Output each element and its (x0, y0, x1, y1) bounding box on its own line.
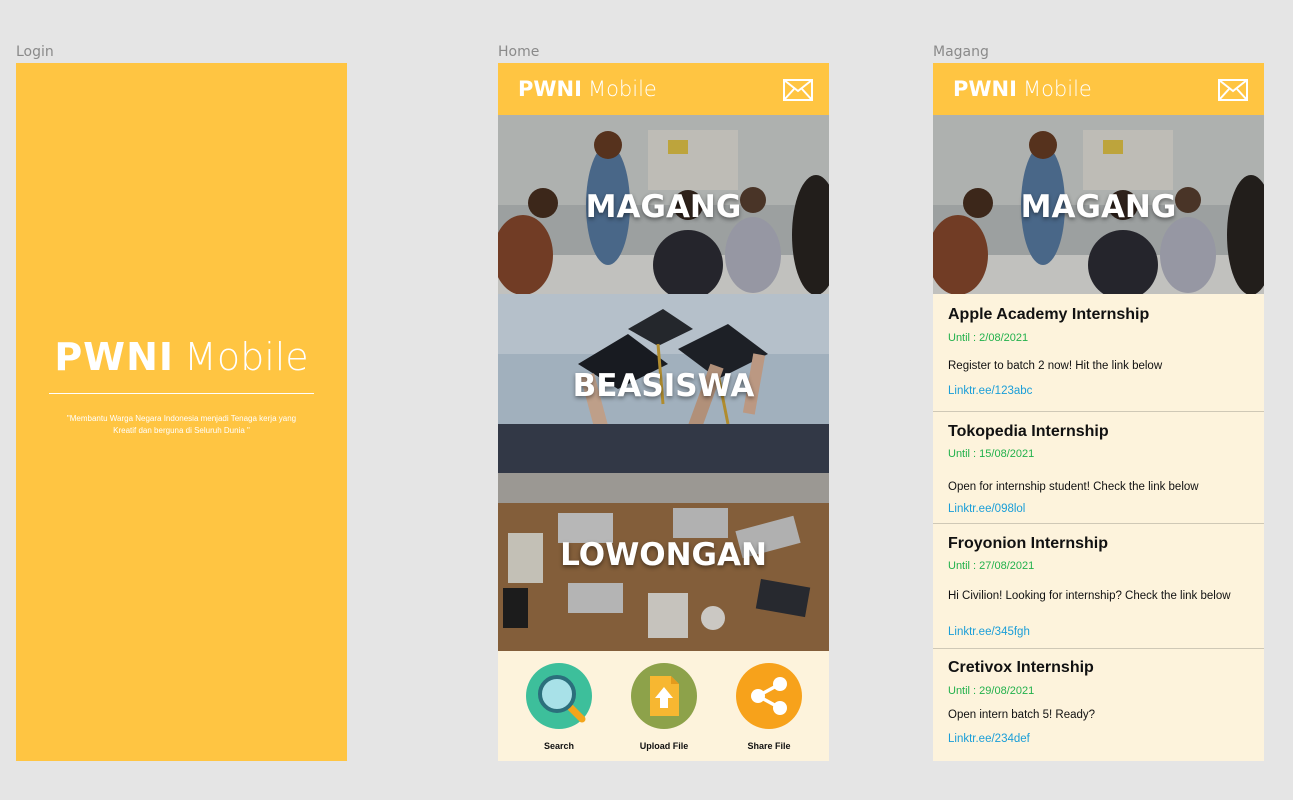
card-link[interactable]: Linktr.ee/345fgh (948, 626, 1030, 638)
upload-file-icon (631, 663, 697, 729)
magang-screen: PWNI Mobile MAGANG Apple Academy Interns… (933, 63, 1264, 761)
frame-label-home: Home (498, 44, 540, 60)
magang-hero-title: MAGANG (1020, 189, 1177, 225)
brand-bold: PWNI (518, 77, 582, 101)
card-until: Until : 2/08/2021 (948, 332, 1029, 344)
category-magang[interactable]: MAGANG (498, 115, 829, 294)
category-beasiswa[interactable]: BEASISWA (498, 294, 829, 473)
card-link[interactable]: Linktr.ee/234def (948, 733, 1030, 745)
internship-card[interactable]: Apple Academy Internship Until : 2/08/20… (933, 294, 1264, 412)
login-tagline: "Membantu Warga Negara Indonesia menjadi… (66, 414, 297, 435)
card-title: Apple Academy Internship (948, 306, 1150, 323)
mail-icon[interactable] (783, 79, 813, 101)
frame-label-magang: Magang (933, 44, 989, 60)
card-desc: Hi Civilion! Looking for internship? Che… (948, 590, 1231, 602)
brand-bold: PWNI (953, 77, 1017, 101)
app-logo: PWNI Mobile (953, 77, 1092, 101)
action-label: Share File (747, 741, 791, 751)
home-screen: PWNI Mobile MAGANG BEASISWA LOWONGAN Sea… (498, 63, 829, 761)
card-title: Tokopedia Internship (948, 423, 1109, 440)
login-screen: PWNI Mobile "Membantu Warga Negara Indone… (16, 63, 347, 761)
magang-hero: MAGANG (933, 115, 1264, 294)
internship-card[interactable]: Froyonion Internship Until : 27/08/2021 … (933, 524, 1264, 649)
internship-card[interactable]: Tokopedia Internship Until : 15/08/2021 … (933, 412, 1264, 524)
card-desc: Open intern batch 5! Ready? (948, 709, 1096, 721)
app-header: PWNI Mobile (933, 63, 1264, 115)
card-link[interactable]: Linktr.ee/123abc (948, 385, 1032, 397)
action-bar: Search Upload File Share File (498, 651, 829, 761)
category-label: LOWONGAN (560, 537, 767, 573)
login-logo: PWNI Mobile (16, 335, 347, 379)
app-header: PWNI Mobile (498, 63, 829, 115)
category-lowongan[interactable]: LOWONGAN (498, 473, 829, 651)
app-logo: PWNI Mobile (518, 77, 657, 101)
action-label: Search (543, 741, 575, 751)
upload-file-button[interactable]: Upload File (624, 663, 704, 751)
login-divider (49, 393, 314, 394)
card-until: Until : 29/08/2021 (948, 685, 1035, 697)
category-label: BEASISWA (572, 368, 755, 404)
mail-icon[interactable] (1218, 79, 1248, 101)
brand-light: Mobile (184, 335, 309, 379)
card-title: Cretivox Internship (948, 659, 1094, 676)
search-icon (526, 663, 592, 729)
card-until: Until : 27/08/2021 (948, 560, 1035, 572)
category-label: MAGANG (585, 189, 742, 225)
share-icon (736, 663, 802, 729)
card-desc: Register to batch 2 now! Hit the link be… (948, 360, 1163, 372)
brand-light: Mobile (1022, 77, 1092, 101)
brand-light: Mobile (587, 77, 657, 101)
action-label: Upload File (639, 741, 689, 751)
card-until: Until : 15/08/2021 (948, 448, 1035, 460)
search-button[interactable]: Search (519, 663, 599, 751)
share-file-button[interactable]: Share File (729, 663, 809, 751)
card-desc: Open for internship student! Check the l… (948, 481, 1199, 493)
brand-bold: PWNI (54, 335, 175, 379)
card-link[interactable]: Linktr.ee/098lol (948, 503, 1025, 515)
frame-label-login: Login (16, 44, 54, 60)
internship-card[interactable]: Cretivox Internship Until : 29/08/2021 O… (933, 649, 1264, 761)
card-title: Froyonion Internship (948, 535, 1108, 552)
